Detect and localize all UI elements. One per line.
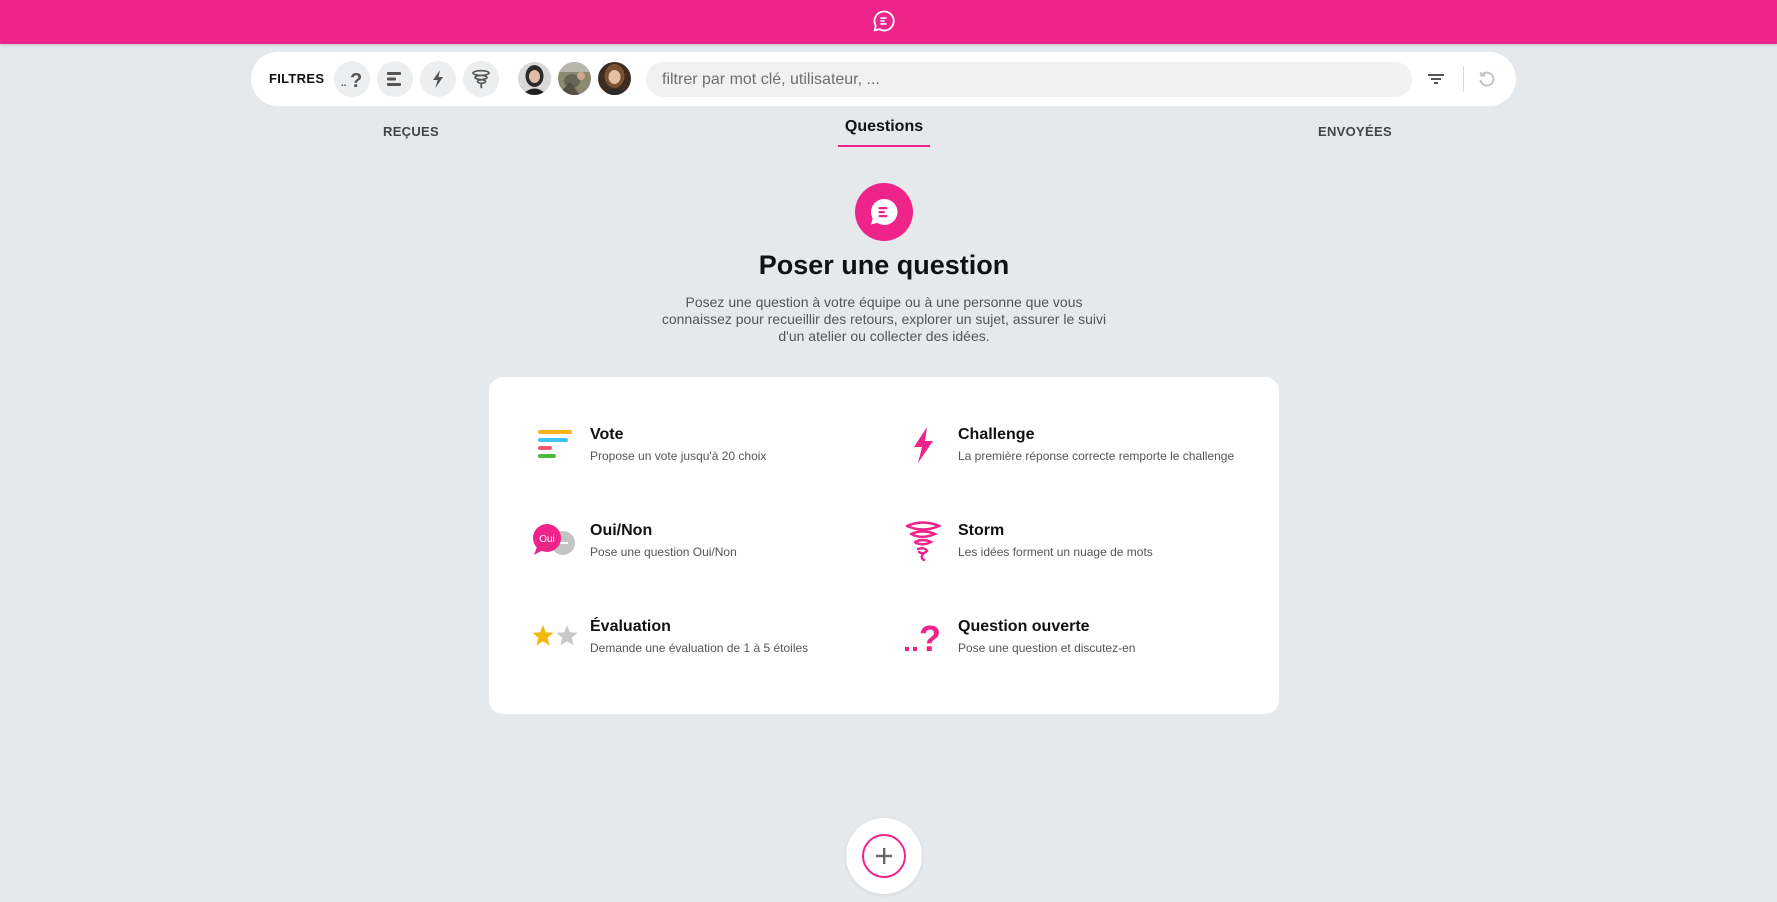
tab-questions[interactable]: Questions: [838, 118, 930, 136]
option-title: Évaluation: [590, 618, 671, 635]
option-title: Storm: [958, 522, 1005, 539]
tornado-icon: [899, 517, 947, 565]
tornado-icon: [472, 69, 490, 89]
chat-bubble-logo-icon[interactable]: [872, 9, 896, 33]
option-vote[interactable]: Vote Propose un vote jusqu'à 20 choix: [531, 421, 891, 481]
active-tab-indicator: [838, 145, 930, 147]
svg-text:?: ?: [350, 70, 362, 91]
vote-bars-icon: [531, 421, 579, 469]
search-input[interactable]: [646, 62, 1412, 97]
option-description: Les idées forment un nuage de mots: [958, 545, 1153, 559]
tab-sent[interactable]: ENVOYÉES: [1318, 124, 1392, 139]
filter-lines-icon: [1428, 74, 1444, 84]
svg-text:Oui: Oui: [539, 534, 555, 545]
divider: [1463, 66, 1464, 92]
option-yes-no[interactable]: Oui Oui/Non Pose une question Oui/Non: [531, 517, 891, 577]
filter-vote-button[interactable]: [377, 61, 413, 97]
page-description: Posez une question à votre équipe ou à u…: [661, 294, 1107, 344]
option-description: Demande une évaluation de 1 à 5 étoiles: [590, 641, 809, 655]
option-title: Vote: [590, 426, 624, 443]
reset-button[interactable]: [1474, 66, 1500, 92]
lightning-icon: [433, 70, 443, 88]
svg-text:?: ?: [919, 618, 941, 657]
option-storm[interactable]: Storm Les idées forment un nuage de mots: [899, 517, 1259, 577]
stars-rating-icon: [531, 613, 579, 661]
tab-received[interactable]: REÇUES: [383, 124, 439, 139]
option-title: Challenge: [958, 426, 1035, 443]
option-description: Pose une question et discutez-en: [958, 641, 1136, 655]
option-challenge[interactable]: Challenge La première réponse correcte r…: [899, 421, 1259, 481]
filter-storm-button[interactable]: [463, 61, 499, 97]
open-question-icon: ?: [899, 613, 947, 661]
filter-question-button[interactable]: .. ?: [334, 61, 370, 97]
option-description: Pose une question Oui/Non: [590, 545, 737, 559]
refresh-icon: [1479, 71, 1495, 87]
option-open-question[interactable]: ? Question ouverte Pose une question et …: [899, 613, 1259, 673]
advanced-filter-button[interactable]: [1423, 66, 1449, 92]
poll-bars-icon: [387, 72, 401, 86]
question-icon: .. ?: [341, 70, 362, 91]
option-evaluation[interactable]: Évaluation Demande une évaluation de 1 à…: [531, 613, 891, 673]
yes-no-bubbles-icon: Oui: [531, 517, 579, 565]
plus-icon: [862, 834, 906, 878]
lightning-icon: [899, 421, 947, 469]
option-description: Propose un vote jusqu'à 20 choix: [590, 449, 767, 463]
user-avatar-1[interactable]: [518, 62, 551, 95]
filter-bar: FILTRES .. ?: [251, 52, 1516, 106]
svg-text:..: ..: [341, 78, 347, 89]
question-types-card: Vote Propose un vote jusqu'à 20 choix Ch…: [489, 377, 1279, 714]
option-description: La première réponse correcte remporte le…: [958, 449, 1235, 463]
filter-challenge-button[interactable]: [420, 61, 456, 97]
top-bar: [0, 0, 1777, 44]
add-question-button[interactable]: [846, 818, 922, 894]
option-title: Oui/Non: [590, 522, 653, 539]
user-avatar-3[interactable]: [598, 62, 631, 95]
filters-label: FILTRES: [269, 71, 325, 86]
page-title: Poser une question: [758, 250, 1010, 280]
option-title: Question ouverte: [958, 618, 1090, 635]
ask-question-icon: [855, 183, 913, 241]
user-avatar-2[interactable]: [558, 62, 591, 95]
